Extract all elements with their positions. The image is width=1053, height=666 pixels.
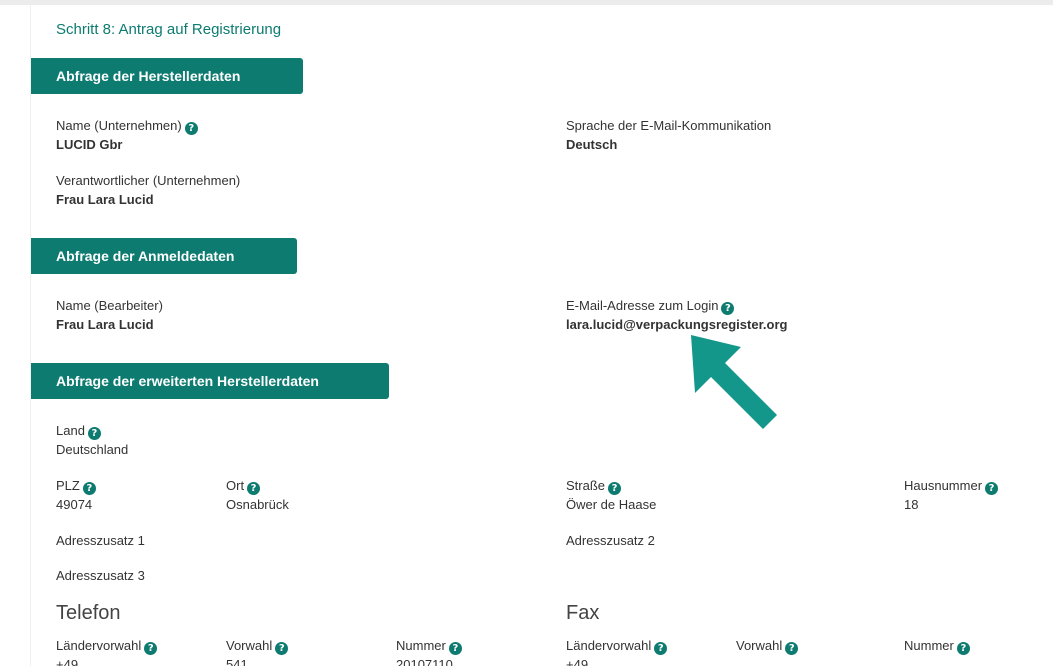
field-value: Frau Lara Lucid bbox=[56, 192, 154, 207]
question-circle-icon[interactable]: ? bbox=[87, 427, 101, 440]
question-circle-icon[interactable]: ? bbox=[654, 642, 668, 655]
field-value: Öwer de Haase bbox=[566, 497, 657, 512]
field-label: Ländervorwahl bbox=[56, 638, 142, 653]
field-label: Land bbox=[56, 423, 85, 438]
field-label: Name (Bearbeiter) bbox=[56, 298, 163, 313]
field-label: Nummer bbox=[396, 638, 446, 653]
field-adresszusatz-3: Adresszusatz 3 bbox=[56, 567, 145, 585]
field-ort: Ort? Osnabrück bbox=[226, 477, 289, 515]
field-value: +49 bbox=[566, 657, 589, 666]
section-header-herstellerdaten: Abfrage der Herstellerdaten bbox=[31, 58, 303, 94]
field-label: Vorwahl bbox=[736, 638, 783, 653]
arrow-up-left-icon bbox=[691, 335, 777, 429]
field-label: Ländervorwahl bbox=[566, 638, 652, 653]
field-plz: PLZ? 49074 bbox=[56, 477, 96, 515]
question-circle-icon[interactable]: ? bbox=[448, 642, 462, 655]
field-value: 541 bbox=[226, 657, 248, 666]
telefon-heading: Telefon bbox=[56, 602, 121, 624]
field-hausnummer: Hausnummer? 18 bbox=[904, 477, 999, 515]
section-header-erweiterte-herstellerdaten: Abfrage der erweiterten Herstellerdaten bbox=[31, 363, 389, 399]
field-email-login: E-Mail-Adresse zum Login? lara.lucid@ver… bbox=[566, 297, 787, 335]
field-label: Hausnummer bbox=[904, 478, 983, 493]
question-circle-icon[interactable]: ? bbox=[247, 482, 261, 495]
question-circle-icon[interactable]: ? bbox=[985, 482, 999, 495]
field-fax-laendervorwahl: Ländervorwahl? +49 bbox=[566, 637, 668, 666]
field-verantwortlicher: Verantwortlicher (Unternehmen) Frau Lara… bbox=[56, 172, 240, 210]
section-header-anmeldedaten: Abfrage der Anmeldedaten bbox=[31, 238, 297, 274]
field-label: Name (Unternehmen) bbox=[56, 118, 182, 133]
question-circle-icon[interactable]: ? bbox=[608, 482, 622, 495]
field-value: LUCID Gbr bbox=[56, 137, 123, 152]
question-circle-icon[interactable]: ? bbox=[785, 642, 799, 655]
question-circle-icon[interactable]: ? bbox=[82, 482, 96, 495]
field-label: Straße bbox=[566, 478, 606, 493]
field-fax-nummer: Nummer? bbox=[904, 637, 970, 655]
field-value: Deutschland bbox=[56, 442, 129, 457]
fax-heading: Fax bbox=[566, 602, 600, 624]
field-adresszusatz-2: Adresszusatz 2 bbox=[566, 532, 655, 550]
field-value: Deutsch bbox=[566, 137, 618, 152]
field-value: Frau Lara Lucid bbox=[56, 317, 154, 332]
field-name-unternehmen: Name (Unternehmen)? LUCID Gbr bbox=[56, 117, 198, 155]
step-title: Schritt 8: Antrag auf Registrierung bbox=[56, 21, 282, 38]
registration-summary-page: Schritt 8: Antrag auf Registrierung Abfr… bbox=[30, 5, 1053, 666]
field-label: Ort bbox=[226, 478, 245, 493]
field-telefon-vorwahl: Vorwahl? 541 bbox=[226, 637, 289, 666]
field-label: Sprache der E-Mail-Kommunikation bbox=[566, 118, 772, 133]
question-circle-icon[interactable]: ? bbox=[184, 122, 198, 135]
field-fax-vorwahl: Vorwahl? bbox=[736, 637, 799, 655]
question-circle-icon[interactable]: ? bbox=[956, 642, 970, 655]
field-label: PLZ bbox=[56, 478, 80, 493]
field-bearbeiter: Name (Bearbeiter) Frau Lara Lucid bbox=[56, 297, 163, 335]
field-label: Adresszusatz 1 bbox=[56, 533, 145, 548]
question-circle-icon[interactable]: ? bbox=[275, 642, 289, 655]
field-value: Osnabrück bbox=[226, 497, 289, 512]
field-label: Adresszusatz 3 bbox=[56, 568, 145, 583]
field-label: Nummer bbox=[904, 638, 954, 653]
field-sprache: Sprache der E-Mail-Kommunikation Deutsch bbox=[566, 117, 771, 155]
field-label: E-Mail-Adresse zum Login bbox=[566, 298, 719, 313]
field-label: Verantwortlicher (Unternehmen) bbox=[56, 173, 241, 188]
question-circle-icon[interactable]: ? bbox=[144, 642, 158, 655]
field-value: 18 bbox=[904, 497, 919, 512]
field-telefon-laendervorwahl: Ländervorwahl? +49 bbox=[56, 637, 158, 666]
field-telefon-nummer: Nummer? 20107110 bbox=[396, 637, 462, 666]
field-label: Vorwahl bbox=[226, 638, 273, 653]
field-value: 49074 bbox=[56, 497, 93, 512]
question-circle-icon[interactable]: ? bbox=[721, 302, 735, 315]
field-value: lara.lucid@verpackungsregister.org bbox=[566, 317, 788, 332]
field-strasse: Straße? Öwer de Haase bbox=[566, 477, 656, 515]
field-value: 20107110 bbox=[396, 657, 453, 666]
field-land: Land? Deutschland bbox=[56, 422, 128, 460]
field-value: +49 bbox=[56, 657, 79, 666]
field-adresszusatz-1: Adresszusatz 1 bbox=[56, 532, 145, 550]
field-label: Adresszusatz 2 bbox=[566, 533, 655, 548]
